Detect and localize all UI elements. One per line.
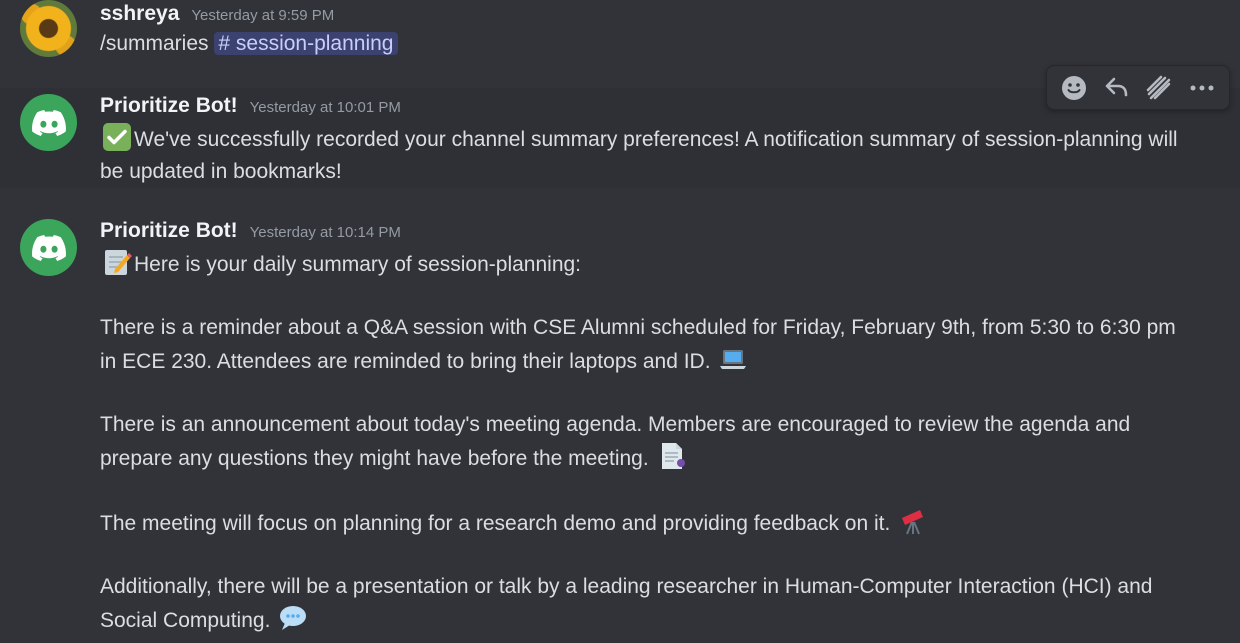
add-reaction-button[interactable] bbox=[1056, 70, 1092, 106]
create-thread-button[interactable] bbox=[1141, 70, 1177, 106]
discord-logo-icon bbox=[31, 234, 66, 261]
page-facing-up-emoji-icon bbox=[657, 441, 687, 471]
message-content: We've successfully recorded your channel… bbox=[100, 122, 1180, 188]
summary-paragraph: There is an announcement about today's m… bbox=[100, 409, 1180, 475]
check-mark-emoji-icon bbox=[102, 122, 132, 152]
author-name[interactable]: sshreya bbox=[100, 2, 179, 26]
telescope-emoji-icon bbox=[898, 506, 928, 536]
bot-avatar[interactable] bbox=[20, 219, 77, 276]
bot-avatar[interactable] bbox=[20, 94, 77, 151]
timestamp[interactable]: Yesterday at 10:01 PM bbox=[250, 99, 401, 116]
command-text: /summaries bbox=[100, 32, 209, 55]
message-content: /summaries # session-planning bbox=[100, 28, 1180, 60]
laptop-emoji-icon bbox=[718, 344, 748, 374]
add-reaction-icon bbox=[1062, 75, 1087, 100]
timestamp[interactable]: Yesterday at 9:59 PM bbox=[191, 7, 334, 24]
more-options-icon bbox=[1190, 85, 1214, 90]
message-action-toolbar bbox=[1046, 65, 1230, 110]
paragraph-text: There is a reminder about a Q&A session … bbox=[100, 316, 1176, 373]
reply-icon bbox=[1105, 77, 1128, 96]
memo-emoji-icon bbox=[102, 247, 132, 277]
reply-button[interactable] bbox=[1099, 70, 1135, 106]
user-avatar[interactable] bbox=[20, 0, 77, 57]
summary-paragraph: There is a reminder about a Q&A session … bbox=[100, 312, 1180, 378]
timestamp[interactable]: Yesterday at 10:14 PM bbox=[250, 224, 401, 241]
discord-logo-icon bbox=[31, 109, 66, 136]
author-name[interactable]: Prioritize Bot! bbox=[100, 94, 238, 118]
paragraph-text: Additionally, there will be a presentati… bbox=[100, 575, 1153, 632]
channel-mention[interactable]: # session-planning bbox=[214, 32, 398, 55]
speech-balloon-emoji-icon bbox=[278, 603, 308, 633]
more-options-button[interactable] bbox=[1184, 70, 1220, 106]
author-name[interactable]: Prioritize Bot! bbox=[100, 219, 238, 243]
summary-intro: Here is your daily summary of session-pl… bbox=[100, 247, 1180, 281]
create-thread-icon bbox=[1146, 75, 1171, 99]
message-bot-summary: Prioritize Bot! Yesterday at 10:14 PM He… bbox=[0, 214, 1240, 632]
intro-text: Here is your daily summary of session-pl… bbox=[134, 253, 582, 276]
paragraph-text: The meeting will focus on planning for a… bbox=[100, 512, 891, 535]
summary-paragraph: The meeting will focus on planning for a… bbox=[100, 506, 1180, 540]
confirmation-text: We've successfully recorded your channel… bbox=[100, 128, 1178, 183]
message-content: Here is your daily summary of session-pl… bbox=[100, 247, 1180, 637]
summary-paragraph: Additionally, there will be a presentati… bbox=[100, 571, 1180, 637]
paragraph-text: There is an announcement about today's m… bbox=[100, 413, 1131, 470]
